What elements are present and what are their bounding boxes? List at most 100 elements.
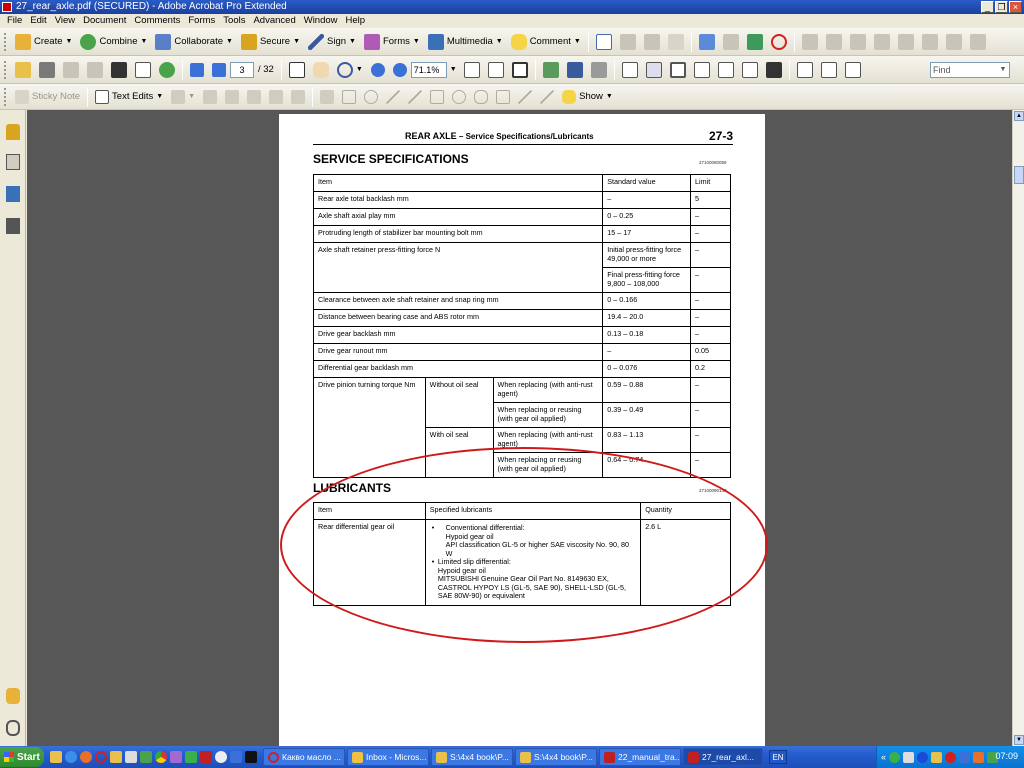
cloud-shape-button[interactable] (470, 86, 492, 108)
menu-forms[interactable]: Forms (184, 14, 219, 28)
menu-document[interactable]: Document (79, 14, 130, 28)
tray-antivirus-icon[interactable] (945, 751, 957, 763)
explorer-icon[interactable] (50, 751, 62, 763)
attachments-icon[interactable] (6, 720, 20, 736)
find-dropdown-icon[interactable]: ▼ (998, 64, 1008, 76)
tray-app-icon[interactable] (931, 751, 943, 763)
tray-security-icon[interactable] (959, 751, 971, 763)
document-viewport[interactable]: REAR AXLE – Service Specifications/Lubri… (27, 110, 1012, 746)
photo-icon[interactable] (170, 751, 182, 763)
undo-button[interactable] (616, 31, 640, 53)
task-button[interactable]: Какво масло ... (263, 748, 345, 766)
signatures-icon[interactable] (6, 218, 20, 234)
scroll-down-arrow-icon[interactable]: ▼ (1014, 735, 1024, 745)
bookmarks-icon[interactable] (6, 186, 20, 202)
single-page-button[interactable] (618, 59, 642, 81)
target-button[interactable] (767, 31, 791, 53)
link-button[interactable] (846, 31, 870, 53)
opera-icon[interactable] (95, 751, 107, 763)
minimize-button[interactable]: _ (981, 1, 994, 13)
multimedia-button[interactable]: Multimedia ▼ (424, 31, 507, 53)
cmd-icon[interactable] (245, 751, 257, 763)
move-button[interactable] (870, 31, 894, 53)
page-number-input[interactable]: 3 (230, 61, 254, 78)
restore-button[interactable]: ❐ (995, 1, 1008, 13)
fit-width-button[interactable] (484, 59, 508, 81)
scrollbar-thumb[interactable] (1014, 166, 1024, 184)
monitor-button[interactable] (762, 59, 786, 81)
cloud-button[interactable] (316, 86, 338, 108)
export-button[interactable] (793, 59, 817, 81)
page-view-button[interactable] (666, 59, 690, 81)
web-capture-button[interactable] (155, 59, 179, 81)
show-button[interactable]: Show ▼ (558, 86, 617, 108)
text-field-button[interactable] (918, 31, 942, 53)
task-button[interactable]: Inbox - Micros... (347, 748, 429, 766)
language-indicator[interactable]: EN (769, 750, 787, 764)
stamp-tool-button[interactable]: ▼ (167, 86, 199, 108)
rectangle-button[interactable] (426, 86, 448, 108)
pages-icon[interactable] (6, 154, 20, 170)
email-button[interactable] (131, 59, 155, 81)
spell-check-button[interactable] (592, 31, 616, 53)
continuous-button[interactable] (690, 59, 714, 81)
toolbar-grip[interactable] (4, 32, 7, 51)
redo-button[interactable] (640, 31, 664, 53)
tray-volume-icon[interactable] (903, 751, 915, 763)
attach-tool-button[interactable] (265, 86, 287, 108)
chrome-icon[interactable] (155, 751, 167, 763)
scroll-up-arrow-icon[interactable]: ▲ (1014, 111, 1024, 121)
zoom-in-button[interactable] (389, 59, 411, 81)
comments-icon[interactable] (6, 688, 20, 704)
secure-button[interactable]: Secure ▼ (237, 31, 304, 53)
pdf-app-icon[interactable] (200, 751, 212, 763)
two-up-button[interactable] (714, 59, 738, 81)
task-button[interactable]: S:\4x4 book\P... (515, 748, 597, 766)
comment-button[interactable]: Comment ▼ (507, 31, 585, 53)
form-field-button[interactable] (942, 31, 966, 53)
collaborate-button[interactable]: Collaborate ▼ (151, 31, 237, 53)
snapshot-button[interactable] (539, 59, 563, 81)
vertical-scrollbar[interactable]: ▲ ▼ (1012, 110, 1024, 746)
ocr-button[interactable] (695, 31, 719, 53)
sticky-note-button[interactable]: Sticky Note (11, 86, 84, 108)
toolbar-grip[interactable] (4, 60, 7, 79)
highlight-button[interactable] (199, 86, 221, 108)
redact-button[interactable] (587, 59, 611, 81)
ie-icon[interactable] (65, 751, 77, 763)
import-button[interactable] (817, 59, 841, 81)
zoom-level-input[interactable]: 71.1% (410, 61, 447, 78)
app-quick-icon[interactable] (125, 751, 137, 763)
zoom-out-button[interactable] (367, 59, 389, 81)
crop-button[interactable] (743, 31, 767, 53)
ok-button[interactable] (822, 31, 846, 53)
previous-page-button[interactable] (186, 59, 208, 81)
start-button[interactable]: Start (0, 747, 44, 767)
menu-file[interactable]: File (3, 14, 26, 28)
attach-file-button[interactable] (83, 59, 107, 81)
menu-tools[interactable]: Tools (219, 14, 249, 28)
ellipse-button[interactable] (360, 86, 382, 108)
arrow-app-icon[interactable] (185, 751, 197, 763)
actual-size-button[interactable] (460, 59, 484, 81)
select-tool-button[interactable] (285, 59, 309, 81)
menu-comments[interactable]: Comments (130, 14, 184, 28)
select-object-button[interactable] (798, 31, 822, 53)
hand-tool-button[interactable] (309, 59, 333, 81)
text-edits-button[interactable]: Text Edits ▼ (91, 86, 167, 108)
pencil-button[interactable] (514, 86, 536, 108)
sign-button[interactable]: Sign ▼ (304, 31, 360, 53)
firefox-icon[interactable] (80, 751, 92, 763)
next-page-button[interactable] (208, 59, 230, 81)
oval-button[interactable] (448, 86, 470, 108)
forms-button[interactable]: Forms ▼ (360, 31, 424, 53)
sync-app-icon[interactable] (230, 751, 242, 763)
search-button[interactable] (107, 59, 131, 81)
tray-shield-icon[interactable] (973, 751, 985, 763)
audio-button[interactable] (287, 86, 309, 108)
polygon-button[interactable] (492, 86, 514, 108)
task-button[interactable]: 22_manual_tra... (599, 748, 681, 766)
find-input[interactable]: Find ▼ (930, 62, 1010, 78)
rectangle-box-button[interactable] (338, 86, 360, 108)
arrow-line-button[interactable] (382, 86, 404, 108)
